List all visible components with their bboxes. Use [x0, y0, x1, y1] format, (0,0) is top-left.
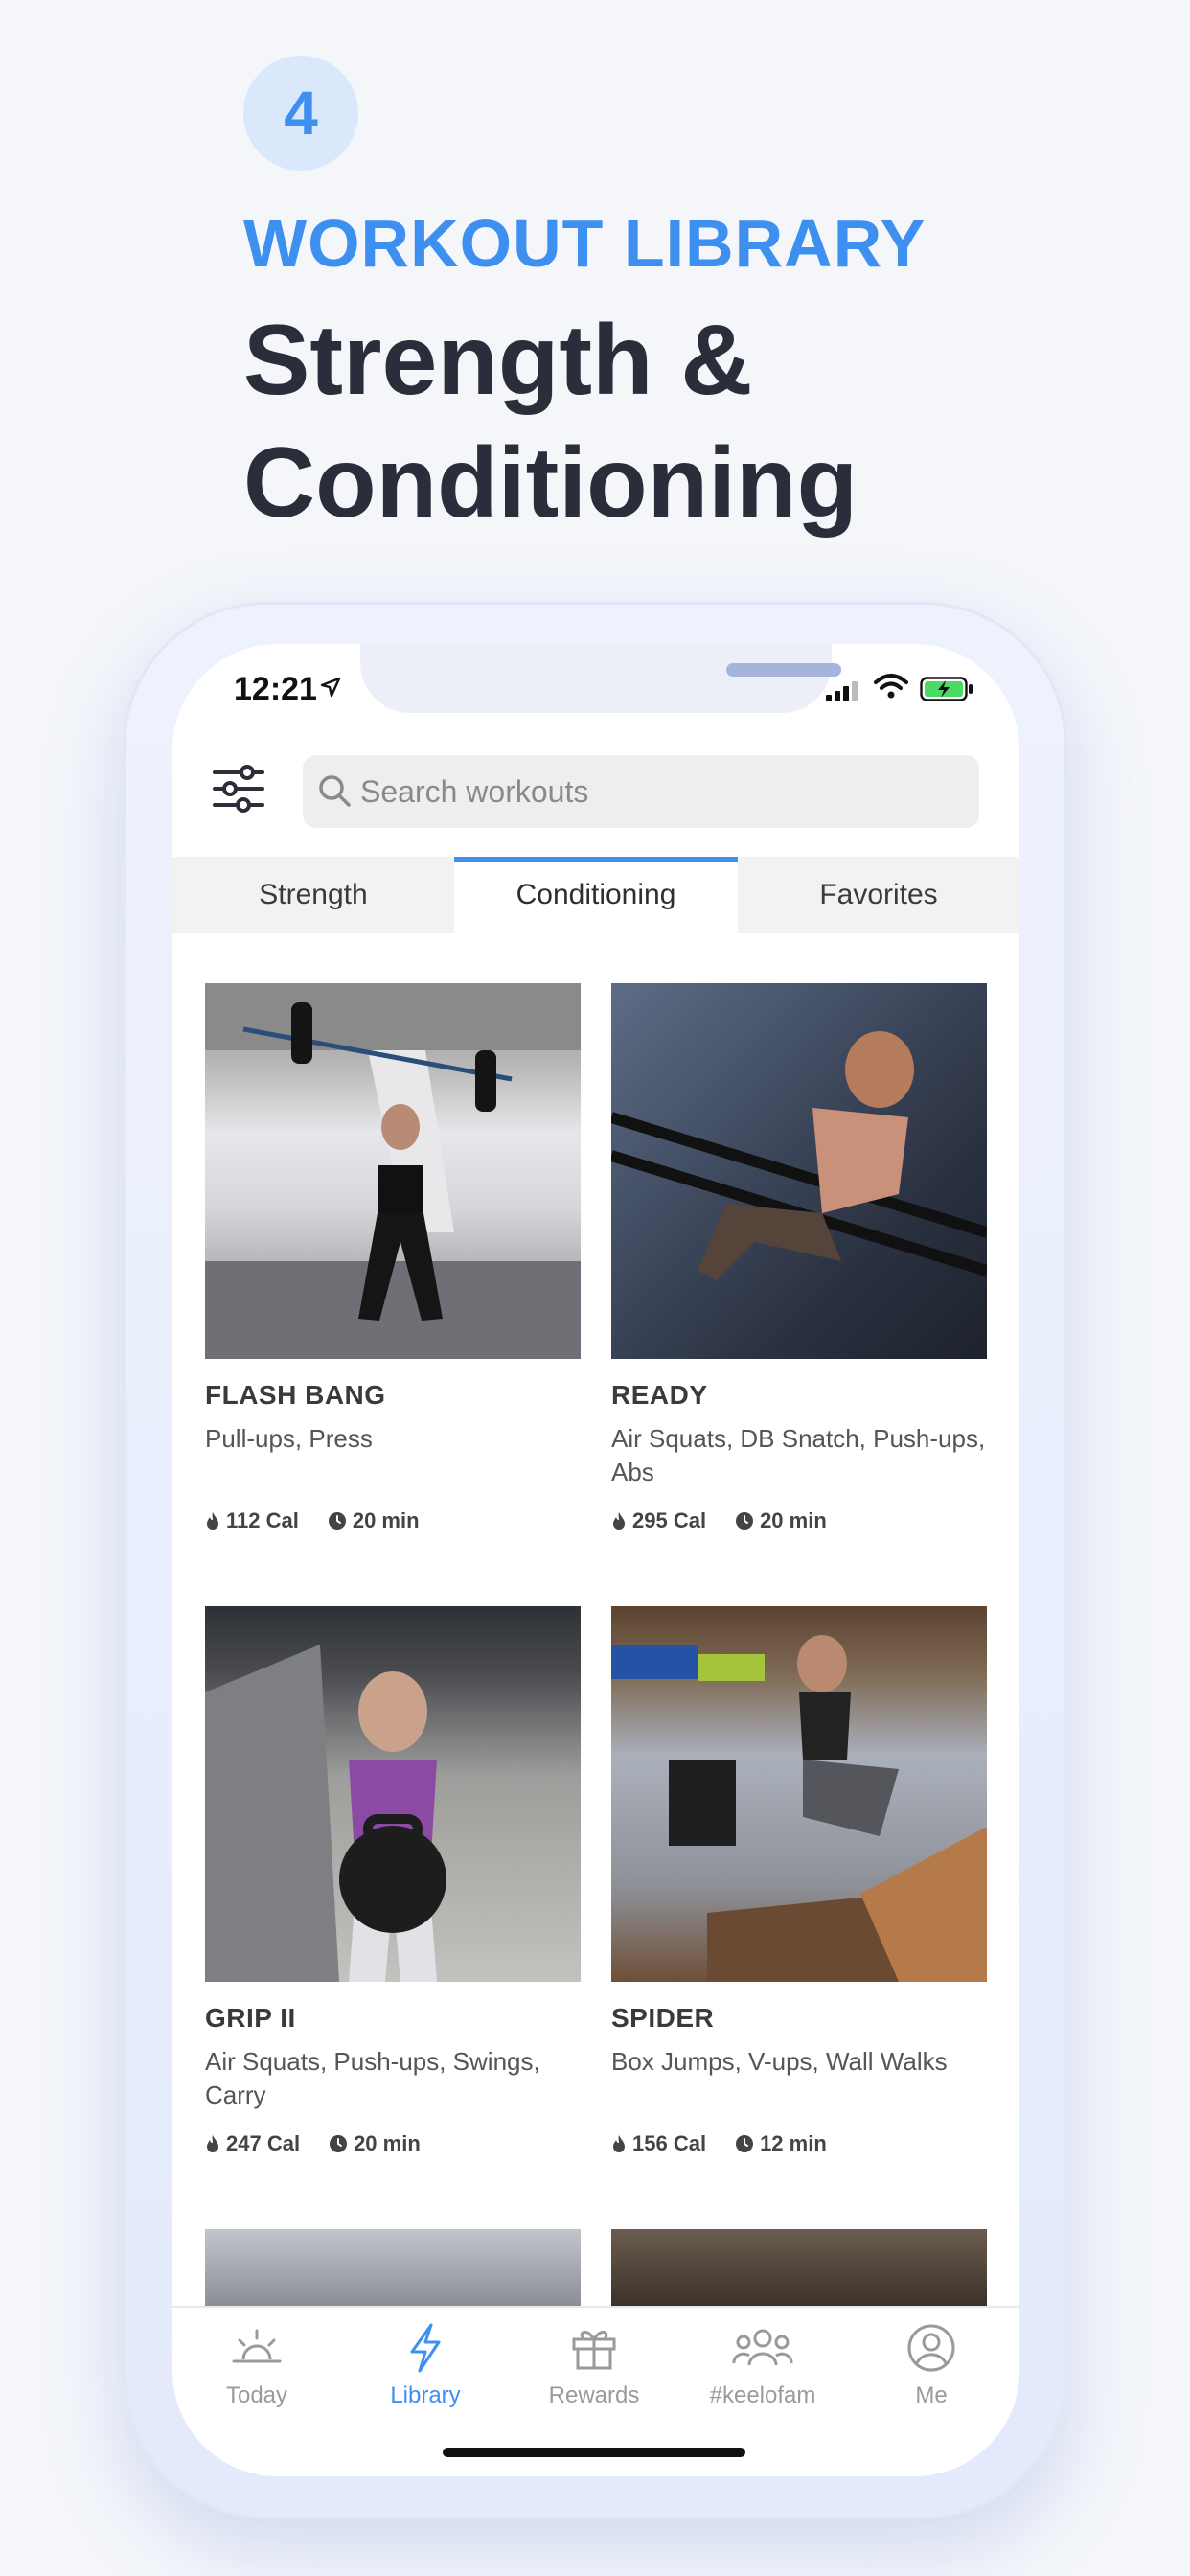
search-input[interactable] — [360, 755, 954, 828]
workout-title: SPIDER — [611, 2003, 715, 2033]
sunrise-icon — [232, 2329, 282, 2363]
tab-conditioning[interactable]: Conditioning — [454, 857, 738, 933]
workout-photo — [205, 1606, 581, 1982]
step-number-badge: 4 — [243, 56, 358, 171]
section-kicker: WORKOUT LIBRARY — [243, 206, 927, 281]
notch — [360, 644, 841, 713]
battery-charging-icon — [920, 677, 973, 702]
duration-stat: 20 min — [329, 2131, 421, 2156]
workout-stats: 295 Cal 20 min — [611, 1508, 987, 1533]
kettlebell-image — [205, 1644, 446, 1982]
clock-icon — [328, 1512, 346, 1530]
workout-stats: 156 Cal 12 min — [611, 2131, 987, 2156]
tabbar-community[interactable]: #keelofam — [678, 2321, 847, 2409]
lightning-icon — [410, 2323, 441, 2373]
tabbar-library[interactable]: Library — [341, 2321, 510, 2409]
workout-card[interactable]: FLASH BANG Pull-ups, Press 112 Cal 20 mi… — [205, 983, 581, 1533]
calories-stat: 112 Cal — [205, 1508, 299, 1533]
speaker — [726, 663, 841, 677]
tabbar-label: Me — [915, 2382, 948, 2408]
page-headline: Strength & Conditioning — [243, 305, 858, 539]
duration-stat: 20 min — [735, 1508, 827, 1533]
workout-description: Air Squats, DB Snatch, Push-ups, Abs — [611, 1424, 986, 1486]
phone-screen: 12:21 Strength Conditionin — [172, 644, 1019, 2476]
box-jump-image — [611, 1635, 987, 1982]
flame-icon — [613, 2135, 625, 2152]
flame-icon — [207, 2135, 218, 2152]
duration-value: 12 min — [760, 2131, 827, 2155]
group-icon — [732, 2329, 793, 2366]
tabbar-today[interactable]: Today — [172, 2321, 341, 2409]
workout-card[interactable]: SPIDER Box Jumps, V-ups, Wall Walks 156 … — [611, 1606, 987, 2156]
wifi-icon — [874, 674, 908, 699]
workout-description: Air Squats, Push-ups, Swings, Carry — [205, 2047, 540, 2109]
clock-icon — [736, 1512, 754, 1530]
tabbar-rewards[interactable]: Rewards — [510, 2321, 678, 2409]
search-bar[interactable] — [303, 755, 979, 828]
workout-photo — [205, 983, 581, 1359]
workout-card[interactable]: READY Air Squats, DB Snatch, Push-ups, A… — [611, 983, 987, 1533]
barbell-overhead-image — [205, 983, 581, 1359]
workout-photo-partial[interactable] — [205, 2229, 581, 2306]
side-button — [121, 859, 126, 916]
cell-signal-icon — [826, 681, 858, 702]
workout-description: Pull-ups, Press — [205, 1424, 373, 1453]
tabbar-label: Library — [390, 2382, 461, 2408]
side-button — [121, 947, 126, 1052]
gift-icon — [572, 2331, 616, 2370]
duration-stat: 20 min — [328, 1508, 420, 1533]
clock-icon — [736, 2135, 754, 2152]
workout-title: GRIP II — [205, 2003, 296, 2033]
tabbar-label: #keelofam — [709, 2382, 816, 2408]
workout-photo-partial[interactable] — [611, 2229, 987, 2306]
workout-title: READY — [611, 1380, 708, 1410]
workout-stats: 112 Cal 20 min — [205, 1508, 581, 1533]
duration-stat: 12 min — [735, 2131, 827, 2156]
tabbar-label: Rewards — [548, 2382, 640, 2408]
calories-value: 112 Cal — [226, 1508, 299, 1532]
duration-value: 20 min — [352, 1508, 420, 1532]
calories-value: 247 Cal — [226, 2131, 301, 2155]
workout-card[interactable]: GRIP II Air Squats, Push-ups, Swings, Ca… — [205, 1606, 581, 2156]
clock-icon — [330, 2135, 348, 2152]
flame-icon — [207, 1512, 218, 1530]
profile-icon — [907, 2324, 955, 2372]
location-arrow-icon — [320, 677, 341, 698]
status-time: 12:21 — [234, 671, 317, 707]
workout-description: Box Jumps, V-ups, Wall Walks — [611, 2047, 948, 2076]
parallel-bars-image — [611, 1031, 987, 1280]
duration-value: 20 min — [354, 2131, 421, 2155]
workout-photo — [611, 983, 987, 1359]
tabbar-me[interactable]: Me — [847, 2321, 1016, 2409]
workout-stats: 247 Cal 20 min — [205, 2131, 581, 2156]
calories-stat: 156 Cal — [611, 2131, 706, 2156]
home-indicator[interactable] — [443, 2448, 745, 2457]
calories-value: 156 Cal — [632, 2131, 707, 2155]
tab-strength[interactable]: Strength — [172, 857, 454, 933]
calories-stat: 247 Cal — [205, 2131, 300, 2156]
tabbar-label: Today — [225, 2382, 288, 2408]
workout-photo — [611, 1606, 987, 1982]
search-icon — [319, 775, 351, 807]
side-button — [121, 1071, 126, 1177]
workout-title: FLASH BANG — [205, 1380, 386, 1410]
tab-favorites[interactable]: Favorites — [738, 857, 1019, 933]
filter-sliders-icon[interactable] — [213, 765, 264, 813]
duration-value: 20 min — [760, 1508, 827, 1532]
workout-category-tabs: Strength Conditioning Favorites — [172, 857, 1019, 933]
calories-value: 295 Cal — [632, 1508, 707, 1532]
flame-icon — [613, 1512, 625, 1530]
calories-stat: 295 Cal — [611, 1508, 706, 1533]
